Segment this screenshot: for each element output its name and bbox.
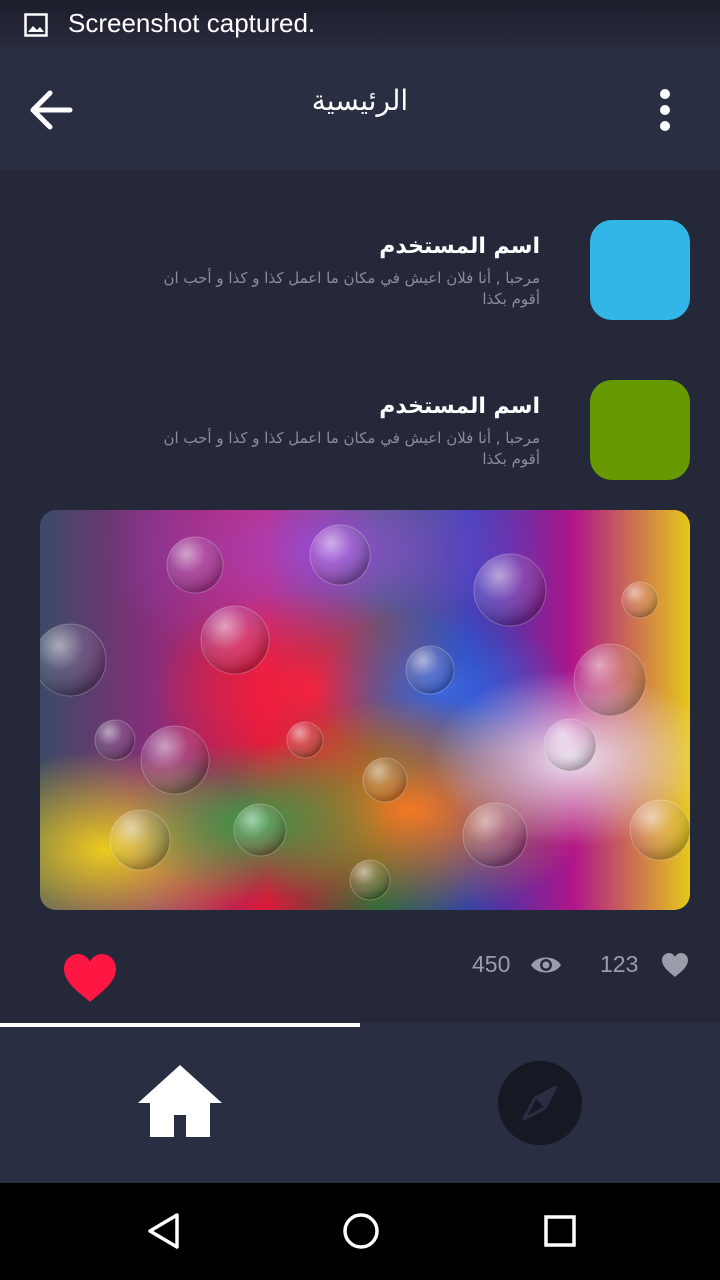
page-title: الرئيسية — [311, 84, 409, 117]
more-vert-icon[interactable] — [648, 86, 682, 134]
home-icon[interactable] — [136, 1063, 224, 1139]
heart-icon[interactable] — [62, 952, 118, 1006]
app-bar: الرئيسية — [0, 50, 720, 170]
avatar[interactable] — [590, 220, 690, 320]
likes-count: 123 — [600, 951, 639, 977]
post-text: مرحبا , أنا فلان اعيش في مكان ما اعمل كذ… — [163, 429, 540, 468]
avatar[interactable] — [590, 380, 690, 480]
back-triangle-icon[interactable] — [144, 1211, 184, 1251]
views-count: 450 — [472, 951, 511, 977]
post-text: مرحبا , أنا فلان اعيش في مكان ما اعمل كذ… — [163, 269, 540, 308]
eye-icon — [531, 957, 561, 973]
compass-icon[interactable] — [498, 1061, 582, 1145]
home-circle-icon[interactable] — [341, 1211, 381, 1251]
recents-square-icon[interactable] — [540, 1211, 580, 1251]
tab-indicator — [0, 1023, 360, 1027]
system-nav-bar — [0, 1183, 720, 1280]
post-item[interactable]: اسم المستخدم مرحبا , أنا فلان اعيش في مك… — [150, 232, 540, 310]
status-bar: Screenshot captured. — [0, 0, 720, 50]
post-item[interactable]: اسم المستخدم مرحبا , أنا فلان اعيش في مك… — [150, 392, 540, 470]
post-username: اسم المستخدم — [379, 394, 540, 419]
colorful-bubbles-image[interactable] — [40, 510, 690, 910]
status-notification: Screenshot captured. — [68, 8, 316, 38]
tab-bar — [0, 1023, 720, 1183]
heart-outline-icon — [662, 953, 688, 977]
post-username: اسم المستخدم — [379, 234, 540, 259]
image-icon — [24, 13, 48, 37]
